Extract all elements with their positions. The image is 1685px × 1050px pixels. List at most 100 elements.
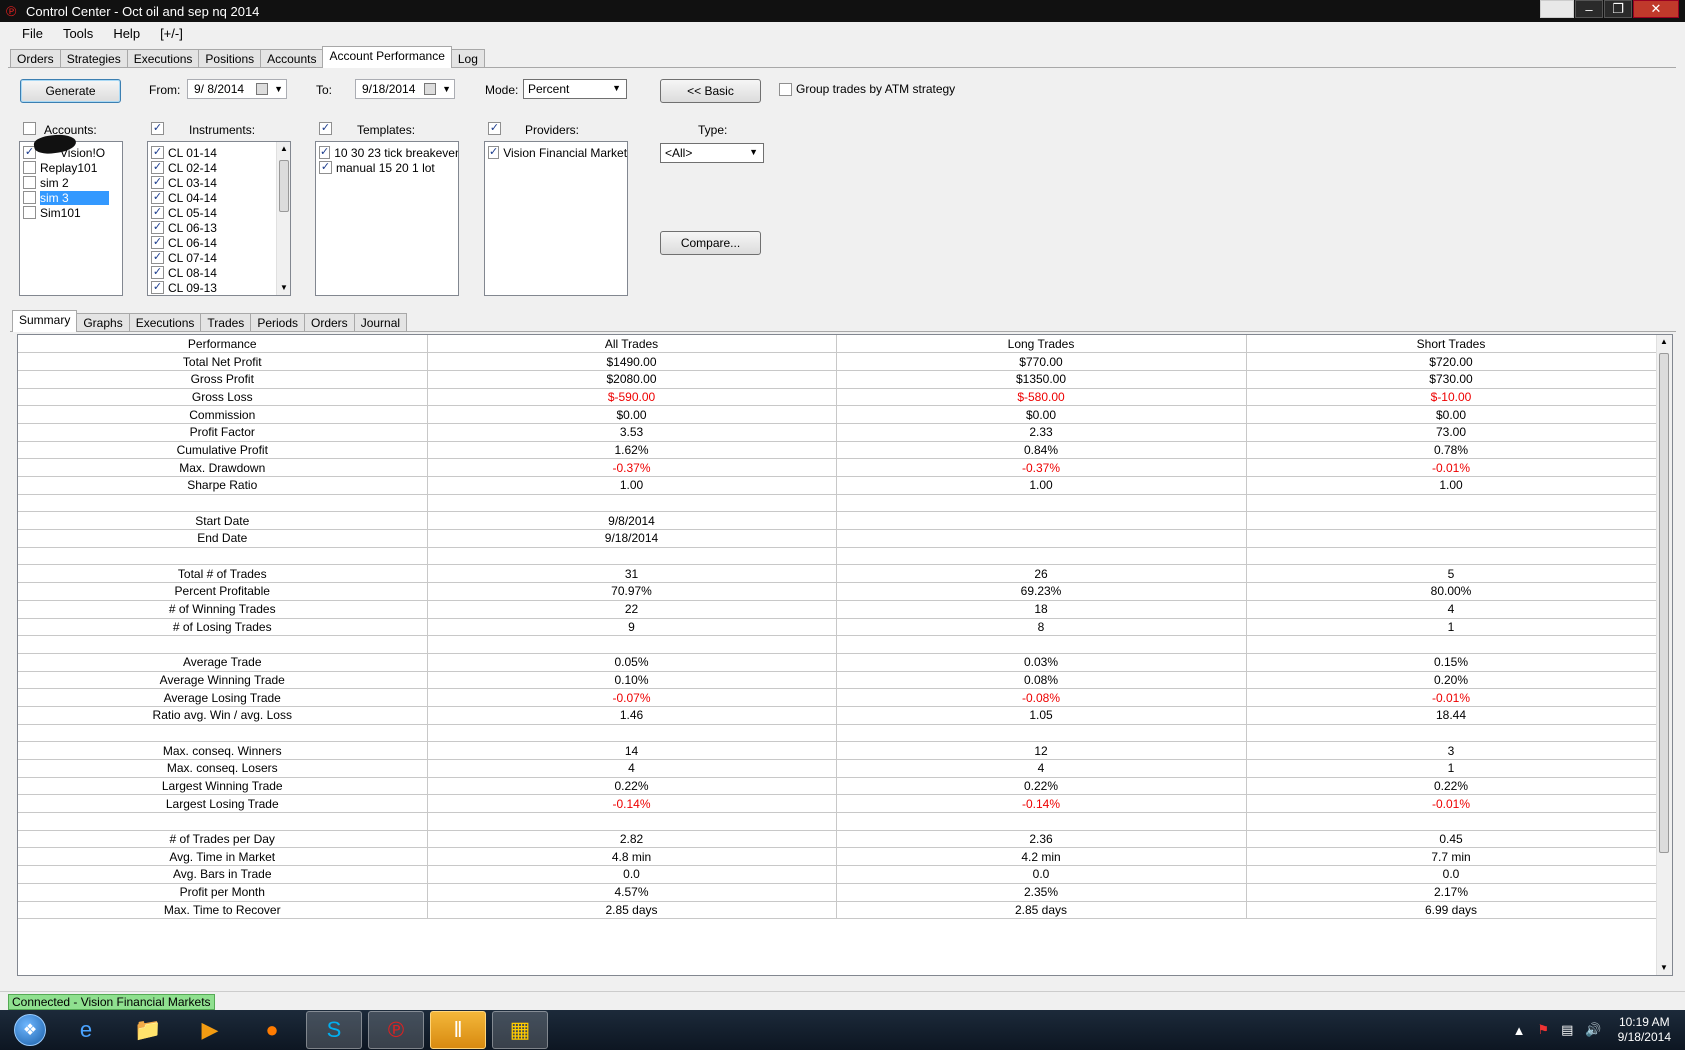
list-item[interactable]: ✓ 10 30 23 tick breakeven xyxy=(316,145,458,160)
table-row[interactable]: Ratio avg. Win / avg. Loss 1.46 1.05 18.44 xyxy=(18,706,1657,725)
scroll-up-icon[interactable]: ▲ xyxy=(1657,335,1671,349)
menu-toggle[interactable]: [+/-] xyxy=(150,26,193,41)
tab-periods[interactable]: Periods xyxy=(250,313,305,332)
checkbox[interactable]: ✓ xyxy=(488,146,500,159)
internet-explorer-icon[interactable]: e xyxy=(58,1011,114,1049)
list-item[interactable]: ✓ CL 06-14 xyxy=(148,235,290,250)
tab-orders[interactable]: Orders xyxy=(304,313,355,332)
table-row[interactable]: Max. conseq. Losers 4 4 1 xyxy=(18,759,1657,778)
basic-button[interactable]: << Basic xyxy=(660,79,761,103)
list-item[interactable]: ✓ CL 02-14 xyxy=(148,160,290,175)
table-row[interactable]: Avg. Bars in Trade 0.0 0.0 0.0 xyxy=(18,865,1657,884)
menu-tools[interactable]: Tools xyxy=(53,26,103,41)
scroll-thumb[interactable] xyxy=(1659,353,1669,853)
tab-executions[interactable]: Executions xyxy=(126,49,200,68)
minimize-button[interactable]: – xyxy=(1575,0,1603,18)
scroll-down-icon[interactable]: ▼ xyxy=(277,281,290,295)
checkbox[interactable]: ✓ xyxy=(151,191,164,204)
checkbox[interactable] xyxy=(23,206,36,219)
menu-help[interactable]: Help xyxy=(103,26,150,41)
column-header-short-trades[interactable]: Short Trades xyxy=(1246,335,1657,354)
table-row[interactable]: Average Trade 0.05% 0.03% 0.15% xyxy=(18,653,1657,672)
media-player-icon[interactable]: ▶ xyxy=(182,1011,238,1049)
checkbox[interactable]: ✓ xyxy=(151,146,164,159)
generate-button[interactable]: Generate xyxy=(20,79,121,103)
table-row[interactable]: Average Losing Trade -0.07% -0.08% -0.01% xyxy=(18,688,1657,707)
clock[interactable]: 10:19 AM 9/18/2014 xyxy=(1618,1015,1671,1045)
table-row[interactable]: Cumulative Profit 1.62% 0.84% 0.78% xyxy=(18,441,1657,460)
tab-orders[interactable]: Orders xyxy=(10,49,61,68)
close-button[interactable]: ✕ xyxy=(1633,0,1679,18)
tab-log[interactable]: Log xyxy=(450,49,485,68)
table-row[interactable]: Avg. Time in Market 4.8 min 4.2 min 7.7 min xyxy=(18,847,1657,867)
restore-button[interactable]: ❐ xyxy=(1604,0,1632,18)
tab-trades[interactable]: Trades xyxy=(200,313,252,332)
list-item[interactable]: Replay101 xyxy=(20,160,122,175)
ninjatrader-icon[interactable]: ℗ xyxy=(368,1011,424,1049)
table-row[interactable]: Profit Factor 3.53 2.33 73.00 xyxy=(18,423,1657,442)
list-item[interactable]: ✓ CL 01-14 xyxy=(148,145,290,160)
table-row[interactable] xyxy=(18,812,1657,831)
tab-executions[interactable]: Executions xyxy=(128,313,202,332)
title-bar-extra-button[interactable] xyxy=(1540,0,1574,18)
checkbox[interactable] xyxy=(23,176,36,189)
table-row[interactable]: End Date 9/18/2014 xyxy=(18,529,1657,548)
checkbox[interactable]: ✓ xyxy=(151,221,164,234)
table-row[interactable]: Profit per Month 4.57% 2.35% 2.17% xyxy=(18,883,1657,902)
scroll-down-icon[interactable]: ▼ xyxy=(1657,961,1671,975)
table-row[interactable]: Average Winning Trade 0.10% 0.08% 0.20% xyxy=(18,671,1657,690)
group-atm-checkbox[interactable] xyxy=(779,83,792,96)
list-item[interactable]: ✓ CL 06-13 xyxy=(148,220,290,235)
table-row[interactable]: Max. conseq. Winners 14 12 3 xyxy=(18,741,1657,760)
checkbox[interactable]: ✓ xyxy=(151,266,164,279)
show-hidden-icons-icon[interactable]: ▲ xyxy=(1513,1023,1526,1038)
table-row[interactable]: Percent Profitable 70.97% 69.23% 80.00% xyxy=(18,582,1657,601)
mode-select[interactable]: Percent ▼ xyxy=(523,79,627,99)
table-row[interactable] xyxy=(18,547,1657,566)
list-item[interactable]: ✓ CL 07-14 xyxy=(148,250,290,265)
providers-all-checkbox[interactable]: ✓ xyxy=(488,122,501,135)
folder-icon[interactable]: 📁 xyxy=(120,1011,176,1049)
scroll-thumb[interactable] xyxy=(279,160,289,212)
tab-graphs[interactable]: Graphs xyxy=(76,313,130,332)
start-button[interactable]: ❖ xyxy=(8,1010,52,1050)
table-row[interactable]: Max. Drawdown -0.37% -0.37% -0.01% xyxy=(18,458,1657,477)
action-center-flag-icon[interactable]: ⚑ xyxy=(1537,1022,1549,1038)
table-row[interactable]: Total # of Trades 31 26 5 xyxy=(18,564,1657,584)
column-header-long-trades[interactable]: Long Trades xyxy=(836,335,1247,354)
table-row[interactable]: Commission $0.00 $0.00 $0.00 xyxy=(18,405,1657,424)
table-row[interactable]: Start Date 9/8/2014 xyxy=(18,511,1657,531)
accounts-all-checkbox[interactable] xyxy=(23,122,36,135)
trading-app-icon[interactable]: ‖ xyxy=(430,1011,486,1049)
type-select[interactable]: <All> ▼ xyxy=(660,143,764,163)
tab-accounts[interactable]: Accounts xyxy=(260,49,324,68)
tab-account-performance[interactable]: Account Performance xyxy=(322,46,452,68)
table-row[interactable]: Gross Profit $2080.00 $1350.00 $730.00 xyxy=(18,370,1657,389)
tab-journal[interactable]: Journal xyxy=(353,313,408,332)
checkbox[interactable]: ✓ xyxy=(151,161,164,174)
list-item[interactable]: ✓ Vision Financial Markets xyxy=(485,145,627,160)
list-item[interactable]: ✓ CL 08-14 xyxy=(148,265,290,280)
table-row[interactable] xyxy=(18,724,1657,743)
list-item[interactable]: ✓ CL 05-14 xyxy=(148,205,290,220)
list-item[interactable]: ✓ CL 03-14 xyxy=(148,175,290,190)
column-header-all-trades[interactable]: All Trades xyxy=(427,335,837,354)
tab-positions[interactable]: Positions xyxy=(198,49,262,68)
to-date-picker[interactable]: 9/18/2014 ▼ xyxy=(355,79,455,99)
network-icon[interactable]: ▤ xyxy=(1561,1022,1573,1038)
table-row[interactable]: Gross Loss $-590.00 $-580.00 $-10.00 xyxy=(18,388,1657,407)
table-row[interactable]: Largest Losing Trade -0.14% -0.14% -0.01% xyxy=(18,794,1657,814)
checkbox[interactable] xyxy=(23,191,36,204)
menu-file[interactable]: File xyxy=(12,26,53,41)
compare-button[interactable]: Compare... xyxy=(660,231,761,255)
list-item[interactable]: ✓ CL 09-13 xyxy=(148,280,290,295)
volume-icon[interactable]: 🔊 xyxy=(1585,1022,1601,1038)
checkbox[interactable]: ✓ xyxy=(151,281,164,294)
skype-icon[interactable]: S xyxy=(306,1011,362,1049)
checkbox[interactable]: ✓ xyxy=(151,176,164,189)
table-row[interactable]: Total Net Profit $1490.00 $770.00 $720.00 xyxy=(18,352,1657,371)
checkbox[interactable]: ✓ xyxy=(151,206,164,219)
table-row[interactable]: # of Winning Trades 22 18 4 xyxy=(18,600,1657,619)
firefox-icon[interactable]: ● xyxy=(244,1011,300,1049)
list-item[interactable]: ✓ CL 04-14 xyxy=(148,190,290,205)
